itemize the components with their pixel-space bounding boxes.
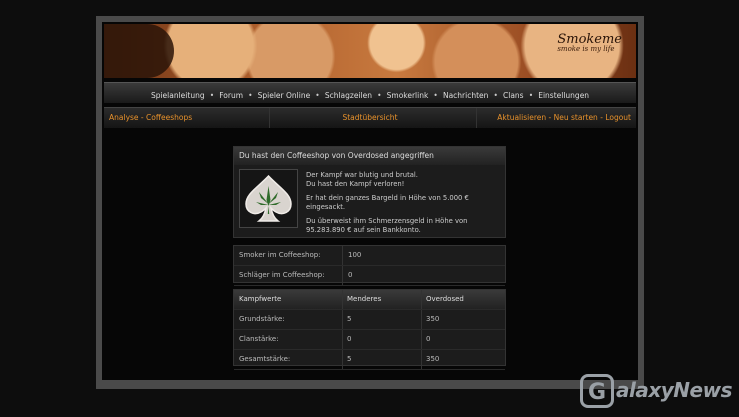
link-stadtuebersicht[interactable]: Stadtübersicht: [342, 113, 397, 122]
subnav-dash: -: [140, 113, 144, 122]
row-label: Clanstärke:: [239, 335, 279, 343]
attacker-value: 5: [347, 315, 352, 323]
defender-value: 350: [426, 315, 440, 323]
column-divider: [342, 330, 343, 349]
nav-separator: •: [433, 91, 438, 100]
header-kampfwerte: Kampfwerte: [239, 295, 282, 303]
table-row: Clanstärke: 0 0: [234, 330, 505, 350]
table-row: Grundstärke: 5 350: [234, 310, 505, 330]
stat-label: Smoker im Coffeeshop:: [239, 251, 321, 259]
subnav-right: Aktualisieren - Neu starten - Logout: [476, 108, 636, 128]
nav-smokerlink[interactable]: Smokerlink: [387, 91, 429, 100]
column-divider: [421, 330, 422, 349]
attack-result-panel: Du hast den Coffeeshop von Overdosed ang…: [233, 146, 506, 238]
defender-value: 350: [426, 355, 440, 363]
fight-values-table: Kampfwerte Menderes Overdosed Grundstärk…: [233, 289, 506, 370]
nav-separator: •: [493, 91, 498, 100]
attacker-value: 0: [347, 335, 352, 343]
column-divider: [421, 290, 422, 309]
cannabis-leaf-spade-icon: [239, 169, 298, 228]
main-nav: Spielanleitung • Forum • Spieler Online …: [104, 82, 636, 103]
banner-illustration: [104, 24, 174, 78]
site-logo[interactable]: Smokeme smoke is my life: [557, 32, 622, 53]
stat-value: 0: [348, 271, 353, 279]
nav-schlagzeilen[interactable]: Schlagzeilen: [325, 91, 372, 100]
link-aktualisieren[interactable]: Aktualisieren: [497, 113, 546, 122]
table-row: Schläger im Coffeeshop: 0: [234, 266, 505, 286]
link-logout[interactable]: Logout: [605, 113, 631, 122]
sub-nav: Analyse - Coffeeshops Stadtübersicht Akt…: [104, 107, 636, 128]
nav-separator: •: [528, 91, 534, 100]
logo-tagline: smoke is my life: [557, 45, 615, 53]
nav-spieler-online[interactable]: Spieler Online: [258, 91, 311, 100]
subnav-dash: -: [600, 113, 603, 122]
result-line-2: Du hast den Kampf verloren!: [306, 179, 405, 188]
nav-forum[interactable]: Forum: [219, 91, 243, 100]
nav-nachrichten[interactable]: Nachrichten: [443, 91, 488, 100]
attack-result-message: Der Kampf war blutig und brutal. Du hast…: [306, 171, 501, 240]
nav-separator: •: [377, 91, 382, 100]
nav-separator: •: [315, 91, 320, 100]
column-divider: [342, 246, 343, 265]
nav-separator: •: [209, 91, 215, 100]
watermark-text: alaxyNews: [616, 378, 732, 402]
column-divider: [421, 310, 422, 329]
column-divider: [421, 350, 422, 369]
row-label: Gesamtstärke:: [239, 355, 291, 363]
subnav-dash: -: [548, 113, 552, 122]
column-divider: [342, 266, 343, 285]
column-divider: [342, 290, 343, 309]
attacker-value: 5: [347, 355, 352, 363]
header-overdosed: Overdosed: [426, 295, 464, 303]
link-neu-starten[interactable]: Neu starten: [554, 113, 598, 122]
subnav-left: Analyse - Coffeeshops: [104, 108, 270, 128]
result-line-1: Der Kampf war blutig und brutal.: [306, 171, 418, 179]
header-banner: Smokeme smoke is my life: [104, 24, 636, 78]
watermark-g: G: [580, 374, 614, 408]
link-analyse[interactable]: Analyse: [109, 113, 139, 122]
stat-value: 100: [348, 251, 362, 259]
table-row: Smoker im Coffeeshop: 100: [234, 246, 505, 266]
coffeeshop-stats-table: Smoker im Coffeeshop: 100 Schläger im Co…: [233, 245, 506, 286]
subnav-center: Stadtübersicht: [264, 108, 477, 128]
header-menderes: Menderes: [347, 295, 382, 303]
defender-value: 0: [426, 335, 431, 343]
column-divider: [342, 350, 343, 369]
nav-einstellungen[interactable]: Einstellungen: [538, 91, 589, 100]
table-row: Gesamtstärke: 5 350: [234, 350, 505, 370]
table-header-row: Kampfwerte Menderes Overdosed: [234, 290, 505, 310]
result-line-4: Du überweist ihm Schmerzensgeld in Höhe …: [306, 217, 468, 234]
attack-result-title: Du hast den Coffeeshop von Overdosed ang…: [234, 147, 505, 165]
result-line-3: Er hat dein ganzes Bargeld in Höhe von 5…: [306, 194, 469, 211]
nav-clans[interactable]: Clans: [503, 91, 524, 100]
link-coffeeshops[interactable]: Coffeeshops: [146, 113, 192, 122]
column-divider: [342, 310, 343, 329]
nav-spielanleitung[interactable]: Spielanleitung: [151, 91, 205, 100]
stat-label: Schläger im Coffeeshop:: [239, 271, 325, 279]
galaxynews-watermark: G alaxyNews: [580, 372, 732, 412]
row-label: Grundstärke:: [239, 315, 285, 323]
nav-separator: •: [248, 91, 253, 100]
